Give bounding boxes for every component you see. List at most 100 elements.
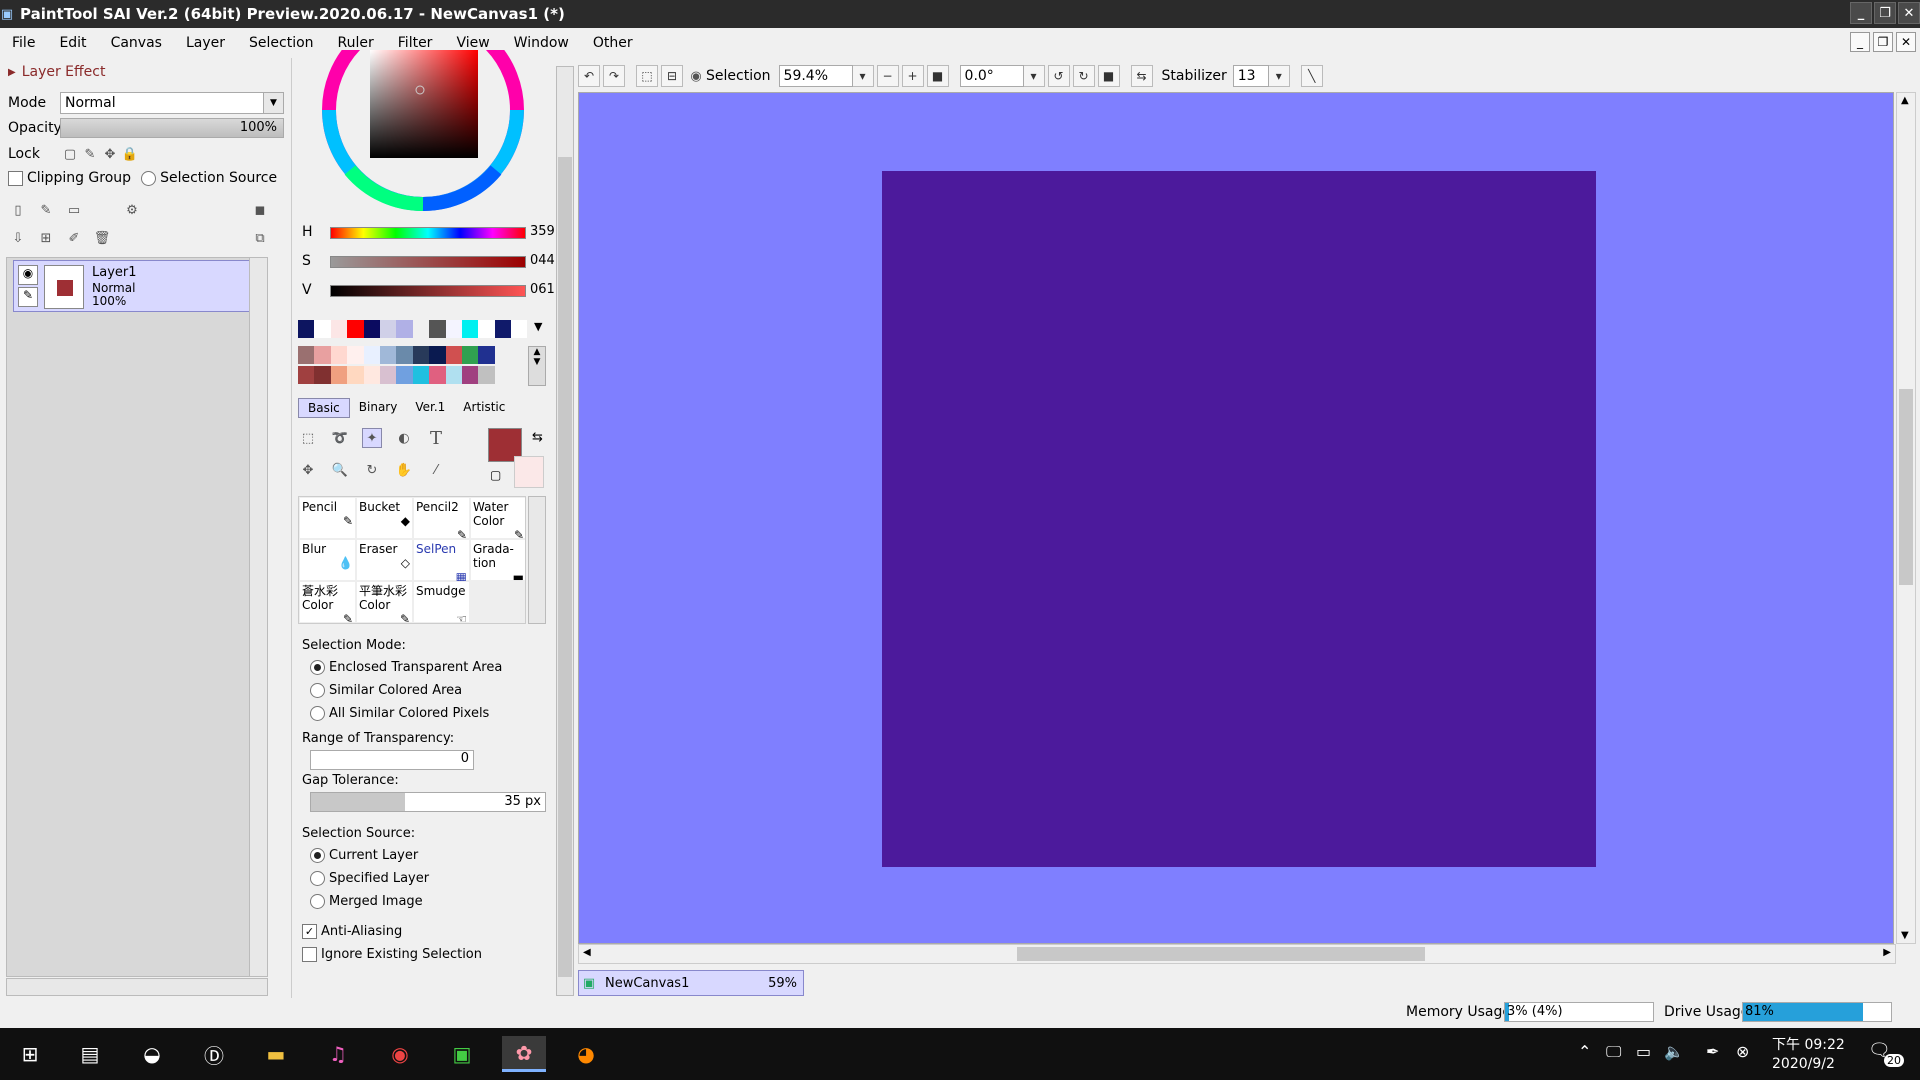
apply-mask-icon[interactable]: ◼ (250, 200, 270, 220)
angle-dropdown-icon[interactable]: ▾ (1022, 65, 1045, 87)
palette-swatch[interactable] (478, 366, 495, 384)
vscroll-thumb[interactable] (1899, 389, 1913, 585)
brush-tool-10[interactable]: Smudge ☜ (413, 581, 470, 623)
scroll-right-icon[interactable]: ▶ (1883, 947, 1891, 958)
eye-icon[interactable]: ◉ (18, 265, 38, 285)
swap-colors-icon[interactable]: ⇆ (532, 430, 543, 445)
image-viewer-icon[interactable]: ▣ (440, 1036, 484, 1072)
background-color[interactable] (514, 456, 544, 488)
palette-swatch[interactable] (396, 346, 413, 364)
menu-ruler[interactable]: Ruler (326, 35, 386, 51)
scroll-left-icon[interactable]: ◀ (583, 947, 591, 958)
palette-swatch[interactable] (396, 366, 413, 384)
history-swatch[interactable] (347, 320, 364, 338)
history-swatch[interactable] (494, 320, 512, 338)
lock-all-icon[interactable]: 🔒 (120, 144, 140, 164)
shape-icon[interactable]: ◐ (394, 428, 414, 448)
clock-date[interactable]: 2020/9/2 (1772, 1056, 1835, 1072)
palette-swatch[interactable] (412, 346, 430, 364)
canvas-viewport[interactable] (578, 92, 1894, 944)
palette-swatch[interactable] (429, 366, 446, 384)
line-tool-icon[interactable]: ╲ (1300, 65, 1323, 87)
swatch-palette-row-1[interactable] (298, 346, 528, 366)
menu-layer[interactable]: Layer (174, 35, 237, 51)
layer-effect-icon[interactable]: ⚙ (122, 200, 142, 220)
rotate-cw-icon[interactable]: ↻ (1072, 65, 1095, 87)
hand-icon[interactable]: ✋ (394, 460, 414, 480)
canvas-vscrollbar[interactable]: ▲ ▼ (1896, 92, 1916, 944)
task-view-icon[interactable]: ▤ (68, 1036, 112, 1072)
file-explorer-icon[interactable]: ▬ (254, 1036, 298, 1072)
brush-tool-3[interactable]: Water Color ✎ (470, 497, 525, 542)
palette-swatch[interactable] (347, 346, 364, 364)
brush-tool-7[interactable]: Grada-tion ▬ (470, 539, 525, 584)
menu-filter[interactable]: Filter (386, 35, 445, 51)
palette-swatch[interactable] (314, 346, 331, 364)
history-swatch[interactable] (445, 320, 462, 338)
selection-source-option-merged[interactable]: Merged Image (310, 894, 423, 909)
history-swatch[interactable] (461, 320, 479, 338)
input-method-icon[interactable]: ⊗ (1736, 1042, 1749, 1061)
palette-swatch[interactable] (461, 346, 479, 364)
palette-swatch[interactable] (445, 366, 462, 384)
zoom-dropdown-icon[interactable]: ▾ (851, 65, 874, 87)
restore-button[interactable]: ❐ (1874, 2, 1896, 24)
clock-time[interactable]: 下午 09:22 (1772, 1034, 1845, 1054)
undo-icon[interactable]: ↶ (578, 65, 600, 87)
rotate-reset-icon[interactable]: ■ (1097, 65, 1120, 87)
flip-horizontal-icon[interactable]: ⇆ (1130, 65, 1153, 87)
ignore-selection-checkbox[interactable]: Ignore Existing Selection (302, 947, 482, 962)
redo-icon[interactable]: ↷ (603, 65, 625, 87)
brush-tool-6[interactable]: SelPen ▦ (413, 539, 470, 584)
palette-swatch[interactable] (314, 366, 331, 384)
history-swatch[interactable] (363, 320, 380, 338)
deselect-icon[interactable]: ⬚ (636, 65, 658, 87)
layer-row[interactable]: ◉ ✎ Layer1 Normal 100% (13, 260, 261, 312)
gamebar-icon[interactable]: ◒ (130, 1036, 174, 1072)
selection-mode-option-similar[interactable]: Similar Colored Area (310, 683, 462, 698)
scroll-down-icon[interactable]: ▼ (1901, 930, 1909, 941)
layer-effect-header[interactable]: ▶ Layer Effect (8, 64, 105, 80)
selection-mode-option-enclosed[interactable]: Enclosed Transparent Area (310, 660, 502, 675)
palette-swatch[interactable] (461, 366, 479, 384)
history-swatch[interactable] (429, 320, 446, 338)
panel-scrollbar-thumb[interactable] (558, 157, 572, 977)
pencil-icon[interactable]: ✎ (18, 287, 38, 307)
menu-window[interactable]: Window (502, 35, 581, 51)
palette-swatch[interactable] (330, 366, 348, 384)
lock-move-icon[interactable]: ✥ (100, 144, 120, 164)
saturation-slider[interactable] (330, 256, 526, 268)
zoom-out-icon[interactable]: − (876, 65, 899, 87)
value-slider[interactable] (330, 285, 526, 297)
stabilizer-field[interactable]: 13 (1232, 65, 1269, 87)
clear-layer-icon[interactable]: ✐ (64, 228, 84, 248)
start-icon[interactable]: ⊞ (8, 1036, 52, 1072)
history-swatch[interactable] (330, 320, 348, 338)
swatch-dropdown-icon[interactable]: ▼ (534, 320, 542, 333)
history-swatch[interactable] (379, 320, 397, 338)
stabilizer-dropdown-icon[interactable]: ▾ (1267, 65, 1290, 87)
history-swatch[interactable] (511, 320, 528, 338)
palette-swatch[interactable] (363, 366, 380, 384)
network-icon[interactable]: 🖵 (1606, 1042, 1621, 1062)
menu-canvas[interactable]: Canvas (99, 35, 174, 51)
zoom-reset-icon[interactable]: ■ (926, 65, 949, 87)
painttool-sai-icon[interactable]: ✿ (502, 1036, 546, 1072)
minimize-button[interactable]: _ (1850, 2, 1872, 24)
history-swatch[interactable] (314, 320, 331, 338)
color-app-icon[interactable]: ◕ (564, 1036, 608, 1072)
panel-scrollbar[interactable] (556, 66, 574, 996)
move-icon[interactable]: ✥ (298, 460, 318, 480)
canvas-hscrollbar[interactable]: ◀ ▶ (578, 944, 1896, 964)
app-d-icon[interactable]: Ⓓ (192, 1036, 236, 1072)
tab-artistic[interactable]: Artistic (454, 398, 514, 418)
new-linework-layer-icon[interactable]: ✎ (36, 200, 56, 220)
selection-mode-option-all-similar[interactable]: All Similar Colored Pixels (310, 706, 489, 721)
invert-selection-icon[interactable]: ⊟ (661, 65, 683, 87)
palette-swatch[interactable] (379, 346, 397, 364)
transfer-down-icon[interactable]: ⊞ (36, 228, 56, 248)
battery-icon[interactable]: ▭ (1636, 1042, 1651, 1061)
eyedropper-icon[interactable]: ⁄ (426, 460, 446, 480)
new-layer-icon[interactable]: ▯ (8, 200, 28, 220)
lock-transparency-icon[interactable]: ▢ (60, 144, 80, 164)
